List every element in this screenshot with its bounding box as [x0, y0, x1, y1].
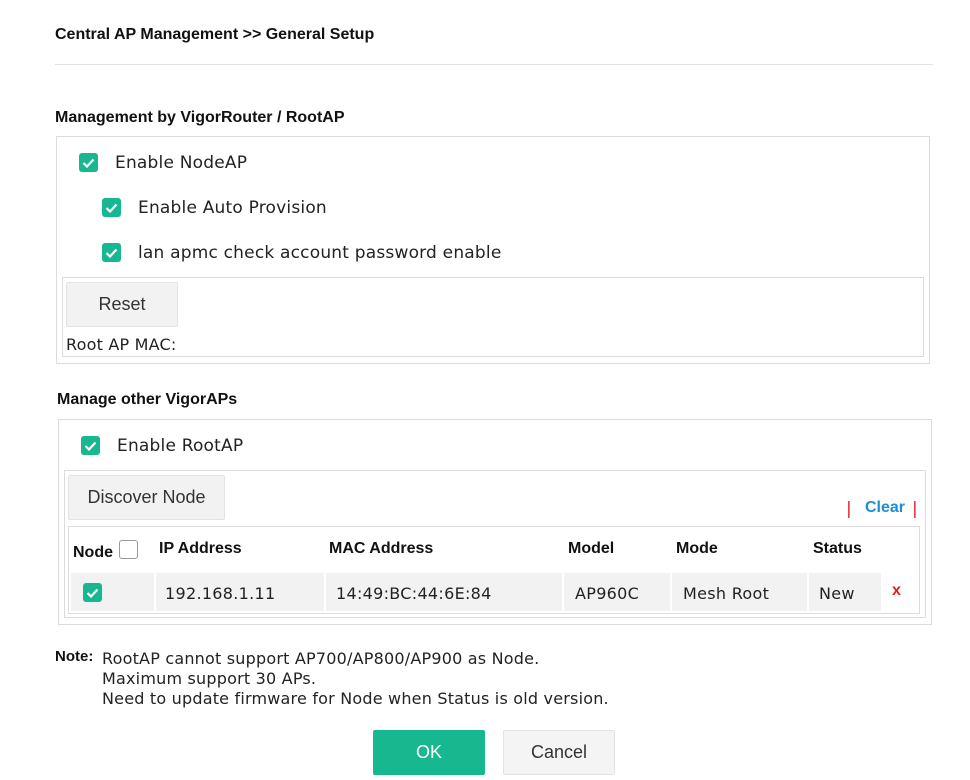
row-select-checkbox[interactable]: [83, 583, 102, 602]
title-divider: [55, 64, 933, 65]
cancel-button[interactable]: Cancel: [503, 730, 615, 775]
note-line-2: Maximum support 30 APs.: [102, 669, 317, 688]
column-header-mac: MAC Address: [329, 540, 434, 557]
clear-link[interactable]: Clear: [865, 499, 905, 517]
enable-rootap-checkbox[interactable]: [81, 436, 100, 455]
row-mac: 14:49:BC:44:6E:84: [336, 584, 492, 603]
discover-node-button[interactable]: Discover Node: [68, 475, 225, 520]
row-model: AP960C: [575, 584, 640, 603]
enable-auto-provision-checkbox[interactable]: [102, 198, 121, 217]
check-icon: [105, 203, 118, 213]
separator-left: |: [846, 499, 852, 519]
enable-rootap-label: Enable RootAP: [117, 436, 244, 456]
column-header-ip: IP Address: [159, 540, 242, 557]
page-title: Central AP Management >> General Setup: [55, 26, 375, 43]
row-mode: Mesh Root: [683, 584, 770, 603]
manage-other-heading: Manage other VigorAPs: [57, 391, 238, 408]
enable-auto-provision-label: Enable Auto Provision: [138, 198, 327, 218]
check-icon: [105, 248, 118, 258]
note-label: Note:: [55, 648, 94, 665]
enable-nodeap-label: Enable NodeAP: [115, 153, 248, 173]
root-ap-mac-label: Root AP MAC:: [66, 335, 177, 354]
lan-apmc-check-label: lan apmc check account password enable: [138, 243, 502, 263]
column-header-status: Status: [813, 540, 862, 557]
column-header-model: Model: [568, 540, 615, 557]
note-line-1: RootAP cannot support AP700/AP800/AP900 …: [102, 649, 540, 668]
check-icon: [86, 588, 99, 598]
delete-row-icon[interactable]: x: [892, 582, 901, 600]
select-all-checkbox[interactable]: [119, 540, 138, 559]
column-header-node: Node: [73, 544, 113, 561]
reset-button[interactable]: Reset: [66, 282, 178, 327]
check-icon: [84, 441, 97, 451]
row-ip: 192.168.1.11: [165, 584, 276, 603]
separator-right: |: [912, 499, 918, 519]
lan-apmc-check-checkbox[interactable]: [102, 243, 121, 262]
row-status: New: [819, 584, 855, 603]
note-line-3: Need to update firmware for Node when St…: [102, 689, 609, 708]
ok-button[interactable]: OK: [373, 730, 485, 775]
check-icon: [82, 158, 95, 168]
root-ap-subpanel: [62, 277, 924, 357]
management-heading: Management by VigorRouter / RootAP: [55, 109, 345, 126]
column-header-mode: Mode: [676, 540, 718, 557]
enable-nodeap-checkbox[interactable]: [79, 153, 98, 172]
